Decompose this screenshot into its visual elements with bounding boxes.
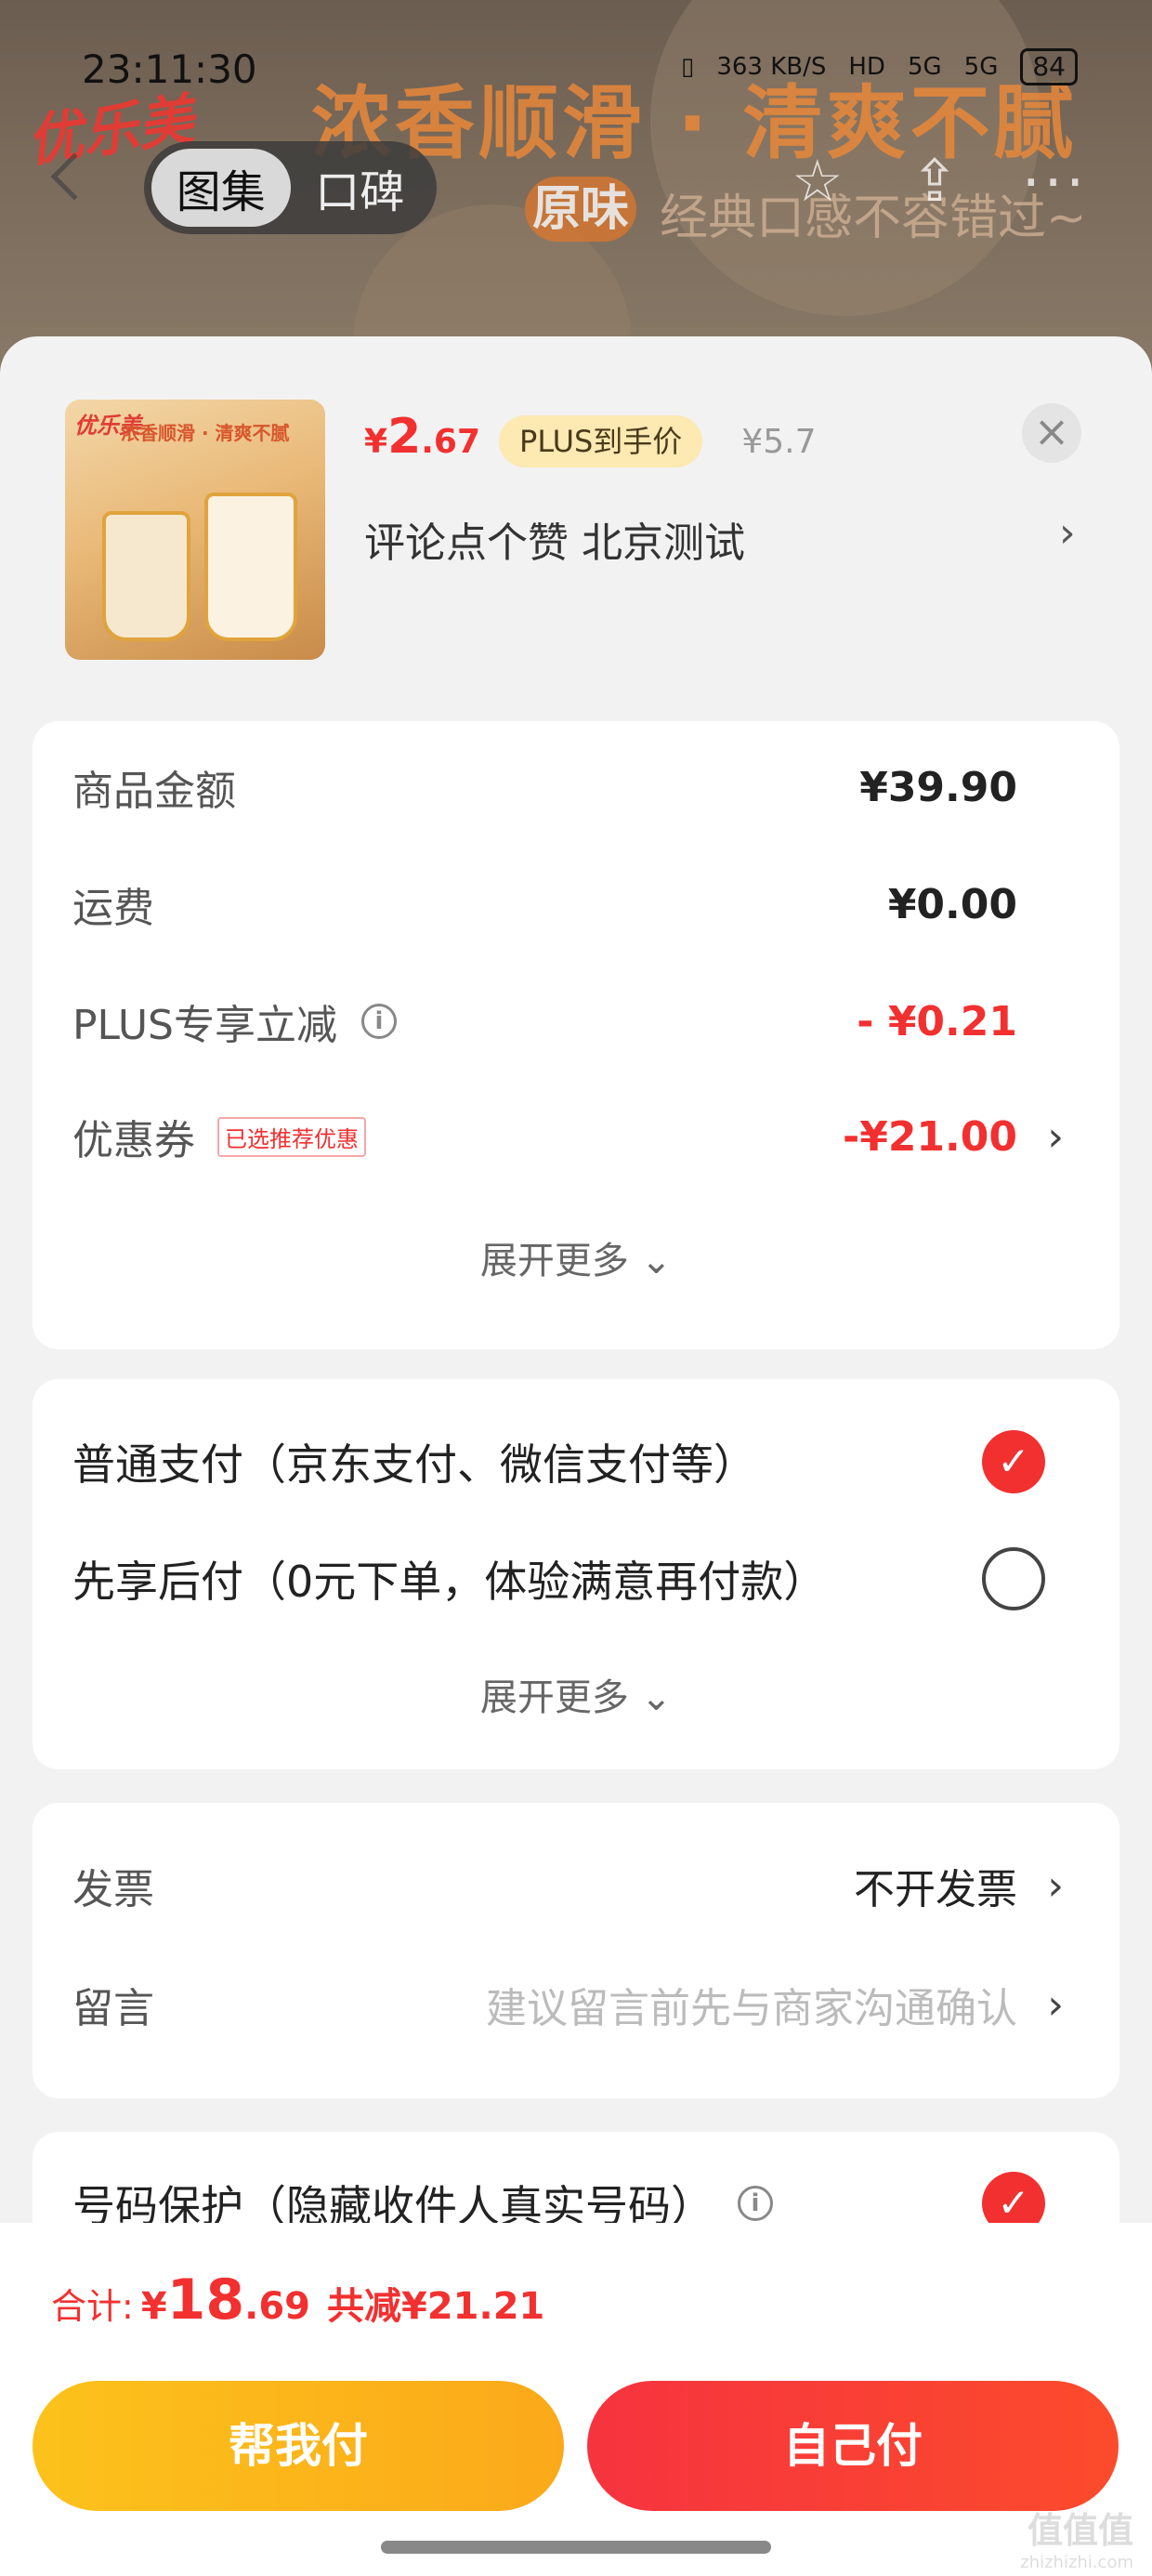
note-label: 留言 — [72, 1985, 154, 2032]
total-saved: 共减¥21.21 — [327, 2285, 545, 2328]
product-cup-right — [204, 493, 297, 641]
amount-expand-more[interactable]: 展开更多 ⌄ — [33, 1230, 1119, 1284]
favorite-icon[interactable]: ☆ — [792, 147, 844, 215]
price-decimal: .67 — [421, 423, 481, 461]
product-thumbnail[interactable]: 优乐美 浓香顺滑 · 清爽不腻 — [65, 400, 325, 660]
watermark-url: zhizhizhi.com — [1020, 2553, 1133, 2572]
coupon-value: -¥21.00 — [842, 1112, 1017, 1161]
product-spec[interactable]: 评论点个赞 北京测试 — [364, 509, 745, 569]
note-placeholder[interactable]: 建议留言前先与商家沟通确认 — [486, 1975, 1017, 2034]
amount-card: 商品金额 ¥39.90 运费 ¥0.00 PLUS专享立减 i - ¥0.21 … — [33, 721, 1119, 1349]
signal-icon-1: 5G — [907, 53, 942, 81]
share-icon[interactable]: ⇪ — [910, 147, 959, 215]
total-integer: 18 — [166, 2267, 245, 2333]
invoice-chevron-icon: › — [1047, 1861, 1064, 1910]
checked-icon[interactable]: ✓ — [982, 1430, 1045, 1493]
status-icons: ▯ 363 KB/S HD 5G 5G 84 — [681, 48, 1078, 85]
invoice-row[interactable]: 发票 不开发票 › — [72, 1853, 1082, 1918]
banner-badge: 原味 — [525, 177, 636, 242]
shipping-value: ¥0.00 — [887, 880, 1017, 928]
battery-icon: 84 — [1020, 48, 1078, 85]
note-chevron-icon: › — [1047, 1980, 1064, 2029]
total-decimal: .69 — [244, 2285, 311, 2328]
self-pay-button[interactable]: 自己付 — [587, 2381, 1119, 2511]
payment-expand-more[interactable]: 展开更多 ⌄ — [33, 1667, 1119, 1721]
invoice-note-card: 发票 不开发票 › 留言 建议留言前先与商家沟通确认 › — [33, 1803, 1119, 2098]
goods-amount-label: 商品金额 — [72, 768, 236, 815]
product-cup-left — [102, 511, 190, 641]
net-speed: 363 KB/S — [716, 53, 827, 81]
invoice-value: 不开发票 — [854, 1866, 1017, 1913]
help-pay-button[interactable]: 帮我付 — [33, 2381, 564, 2511]
payment-option-normal[interactable]: 普通支付（京东支付、微信支付等） ✓ — [72, 1429, 1082, 1494]
total-symbol: ¥ — [140, 2285, 167, 2328]
payment-option-later[interactable]: 先享后付（0元下单，体验满意再付款） — [72, 1546, 1082, 1611]
signal-icon-2: 5G — [963, 53, 999, 81]
payment-later-label: 先享后付（0元下单，体验满意再付款） — [72, 1557, 827, 1607]
plus-price-tag: PLUS到手价 — [499, 415, 703, 467]
note-row[interactable]: 留言 建议留言前先与商家沟通确认 › — [72, 1972, 1082, 2037]
original-price: ¥5.7 — [741, 423, 817, 461]
plus-discount-row: PLUS专享立减 i - ¥0.21 — [72, 989, 1082, 1054]
price-integer: 2 — [387, 409, 422, 465]
tab-reviews[interactable]: 口碑 — [291, 149, 430, 227]
coupon-label: 优惠券 — [72, 1117, 195, 1164]
plus-discount-value: - ¥0.21 — [857, 997, 1017, 1045]
coupon-chevron-icon: › — [1047, 1112, 1064, 1161]
vibrate-icon: ▯ — [681, 53, 695, 81]
plus-discount-label: PLUS专享立减 — [72, 1002, 337, 1049]
hd-icon: HD — [848, 53, 885, 81]
more-icon[interactable]: ··· — [1022, 149, 1088, 217]
tab-gallery[interactable]: 图集 — [151, 149, 291, 227]
price-symbol: ¥ — [364, 423, 388, 461]
shipping-row: 运费 ¥0.00 — [72, 872, 1082, 937]
status-bar: 23:11:30 ▯ 363 KB/S HD 5G 5G 84 — [0, 37, 1152, 102]
info-icon[interactable]: i — [361, 1004, 397, 1039]
invoice-label: 发票 — [72, 1866, 154, 1913]
goods-amount-row: 商品金额 ¥39.90 — [72, 755, 1082, 820]
watermark: 值值值 zhizhizhi.com — [1020, 2502, 1133, 2572]
total-summary: 合计: ¥ 18 .69 共减¥21.21 — [51, 2267, 544, 2333]
spec-chevron-icon[interactable]: › — [1059, 509, 1076, 557]
coupon-tag: 已选推荐优惠 — [217, 1116, 366, 1157]
status-time: 23:11:30 — [82, 46, 257, 92]
home-indicator[interactable] — [381, 2541, 771, 2554]
shipping-label: 运费 — [72, 885, 154, 932]
coupon-row[interactable]: 优惠券 已选推荐优惠 -¥21.00 › — [72, 1104, 1082, 1169]
watermark-text: 值值值 — [1027, 2510, 1133, 2551]
unchecked-radio[interactable] — [982, 1547, 1045, 1610]
close-button[interactable]: × — [1022, 403, 1081, 463]
payment-card: 普通支付（京东支付、微信支付等） ✓ 先享后付（0元下单，体验满意再付款） 展开… — [33, 1379, 1119, 1769]
goods-amount-value: ¥39.90 — [859, 763, 1017, 811]
total-label: 合计: — [51, 2286, 134, 2327]
privacy-info-icon[interactable]: i — [738, 2186, 773, 2221]
product-image-text: 浓香顺滑 · 清爽不腻 — [121, 422, 290, 444]
price-row: ¥ 2 .67 PLUS到手价 ¥5.7 — [364, 409, 816, 474]
bottom-bar: 合计: ¥ 18 .69 共减¥21.21 帮我付 自己付 值值值 zhizhi… — [0, 2223, 1152, 2576]
gallery-tab-switch: 图集 口碑 — [144, 141, 437, 234]
payment-normal-label: 普通支付（京东支付、微信支付等） — [72, 1439, 756, 1490]
